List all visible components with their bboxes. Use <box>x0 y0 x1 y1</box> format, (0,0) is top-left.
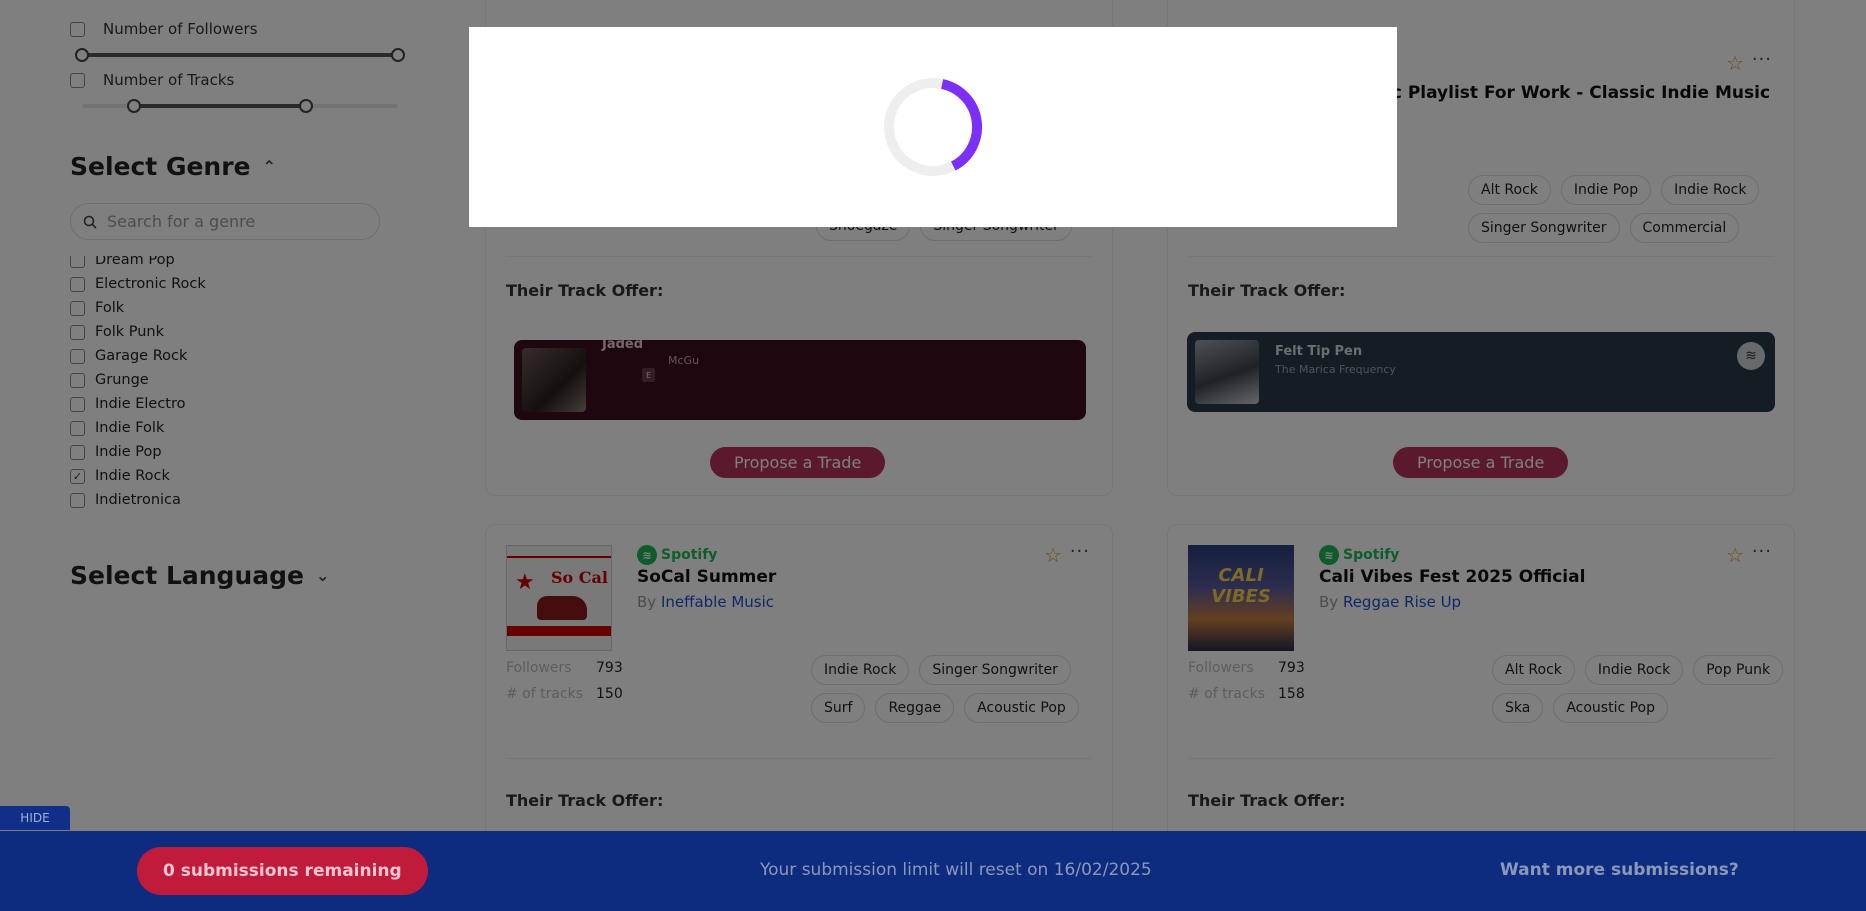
want-more-submissions-link[interactable]: Want more submissions? <box>1500 860 1739 880</box>
reset-date-text: Your submission limit will reset on 16/0… <box>760 860 1152 880</box>
loading-modal <box>469 27 1397 227</box>
submissions-footer: 0 submissions remaining Your submission … <box>0 831 1866 911</box>
loading-spinner-icon <box>884 78 983 176</box>
hide-footer-button[interactable]: HIDE <box>0 806 70 830</box>
submissions-remaining-button[interactable]: 0 submissions remaining <box>137 847 428 895</box>
